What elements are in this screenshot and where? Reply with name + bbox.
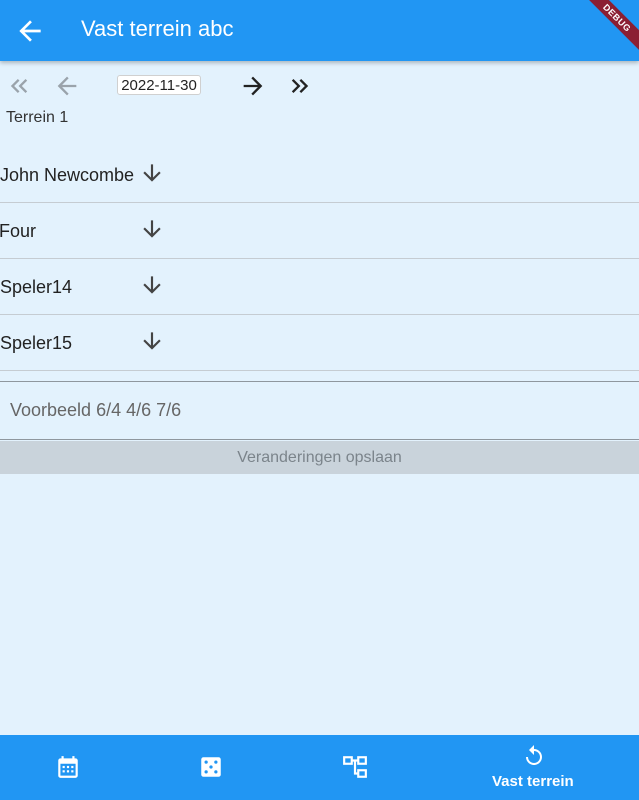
move-down-button[interactable] (139, 272, 165, 298)
page-title: Vast terrein abc (81, 16, 234, 41)
nav-item-dice[interactable] (163, 735, 259, 800)
nav-label-fixed-terrain: Vast terrein (492, 773, 574, 790)
double-chevron-left-icon (10, 79, 28, 93)
dice-icon (201, 757, 221, 777)
nav-item-tournament[interactable] (306, 735, 402, 800)
rotate-icon (526, 745, 542, 765)
next-date-button[interactable] (239, 72, 267, 100)
player-name: t Four (0, 221, 37, 241)
move-down-button[interactable] (139, 328, 165, 354)
player-row: t Four (0, 203, 639, 259)
player-name: Speler14 (0, 277, 73, 297)
arrow-left-icon (57, 76, 77, 96)
nav-item-calendar[interactable] (20, 735, 116, 800)
first-date-button[interactable] (5, 72, 33, 100)
arrow-back-icon (19, 20, 41, 42)
double-chevron-right-icon (291, 79, 309, 93)
nav-item-fixed-terrain[interactable]: Vast terrein (470, 735, 598, 800)
arrow-down-icon (143, 276, 161, 294)
move-down-button[interactable] (139, 160, 165, 186)
calendar-icon (58, 756, 78, 778)
terrain-label: Terrein 1 (6, 109, 69, 126)
date-field[interactable] (117, 75, 201, 95)
save-changes-button[interactable]: Veranderingen opslaan (0, 441, 639, 474)
last-date-button[interactable] (286, 72, 314, 100)
player-row: John Newcombe (0, 147, 639, 203)
player-name: Speler15 (0, 333, 73, 353)
back-button[interactable] (14, 15, 46, 47)
arrow-down-icon (143, 220, 161, 238)
score-field-container (0, 381, 639, 440)
app-bar: Vast terrein abc DEBUG (0, 0, 639, 61)
previous-date-button[interactable] (53, 72, 81, 100)
arrow-down-icon (143, 164, 161, 182)
player-row: Speler15 (0, 315, 639, 371)
move-down-button[interactable] (139, 216, 165, 242)
date-navigation (0, 70, 639, 102)
tournament-bracket-icon (343, 756, 367, 778)
score-input[interactable] (10, 392, 610, 428)
player-name: John Newcombe (0, 165, 135, 185)
bottom-navigation: Vast terrein (0, 735, 639, 800)
arrow-down-icon (143, 332, 161, 350)
player-row: Speler14 (0, 259, 639, 315)
arrow-right-icon (243, 76, 263, 96)
debug-banner: DEBUG (576, 0, 639, 59)
